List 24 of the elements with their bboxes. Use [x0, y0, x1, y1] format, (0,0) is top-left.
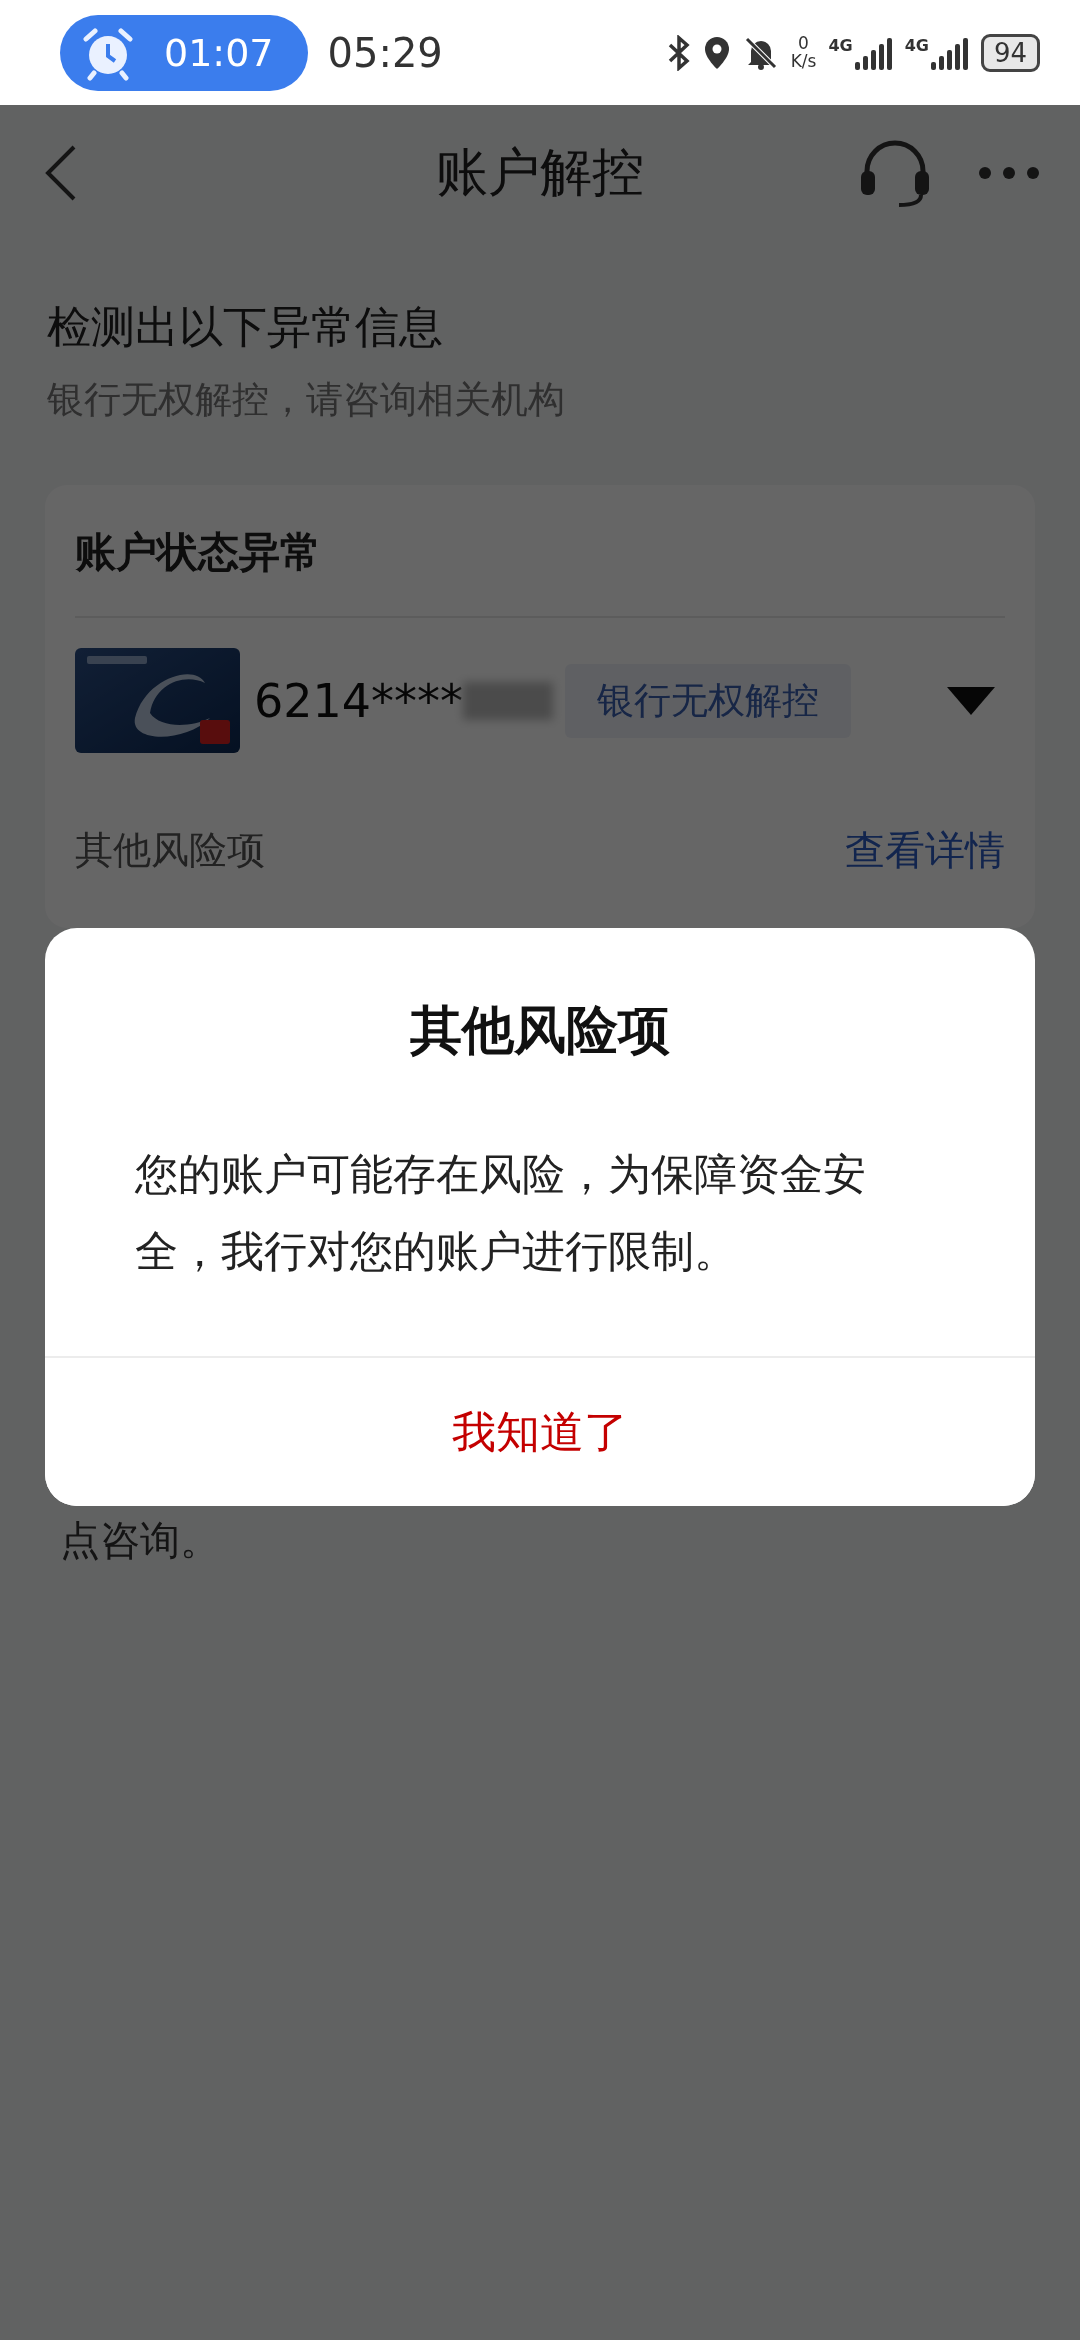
alarm-chip[interactable]: 01:07: [60, 14, 308, 91]
network-type-label: 4G: [904, 35, 929, 55]
signal-icon: [854, 35, 893, 70]
notice-heading: 检测出以下异常信息: [47, 300, 444, 354]
bank-card-icon: [75, 648, 240, 753]
signal-icon: [930, 35, 969, 70]
view-details-link[interactable]: 查看详情: [845, 823, 1005, 878]
bluetooth-icon: [666, 34, 691, 71]
card-title: 账户状态异常: [75, 485, 1005, 618]
location-icon: [702, 34, 731, 71]
network-type-label: 4G: [828, 35, 853, 55]
more-icon[interactable]: [978, 165, 1040, 180]
clock-time: 05:29: [327, 29, 443, 76]
dialog-message: 您的账户可能存在风险，为保障资金安全，我行对您的账户进行限制。: [134, 1148, 867, 1278]
status-tag: 银行无权解控: [565, 663, 852, 738]
risk-label: 其他风险项: [75, 827, 265, 874]
card-number: 6214****: [254, 673, 464, 728]
dropdown-triangle-icon[interactable]: [947, 686, 995, 715]
dialog-title: 其他风险项: [409, 999, 671, 1062]
acknowledge-button[interactable]: 我知道了: [45, 1356, 1035, 1506]
footer-text: 点咨询。: [60, 1516, 221, 1565]
page-title: 账户解控: [436, 140, 644, 204]
network-speed: 0 K/s: [790, 34, 817, 71]
battery-level: 94: [980, 33, 1040, 72]
